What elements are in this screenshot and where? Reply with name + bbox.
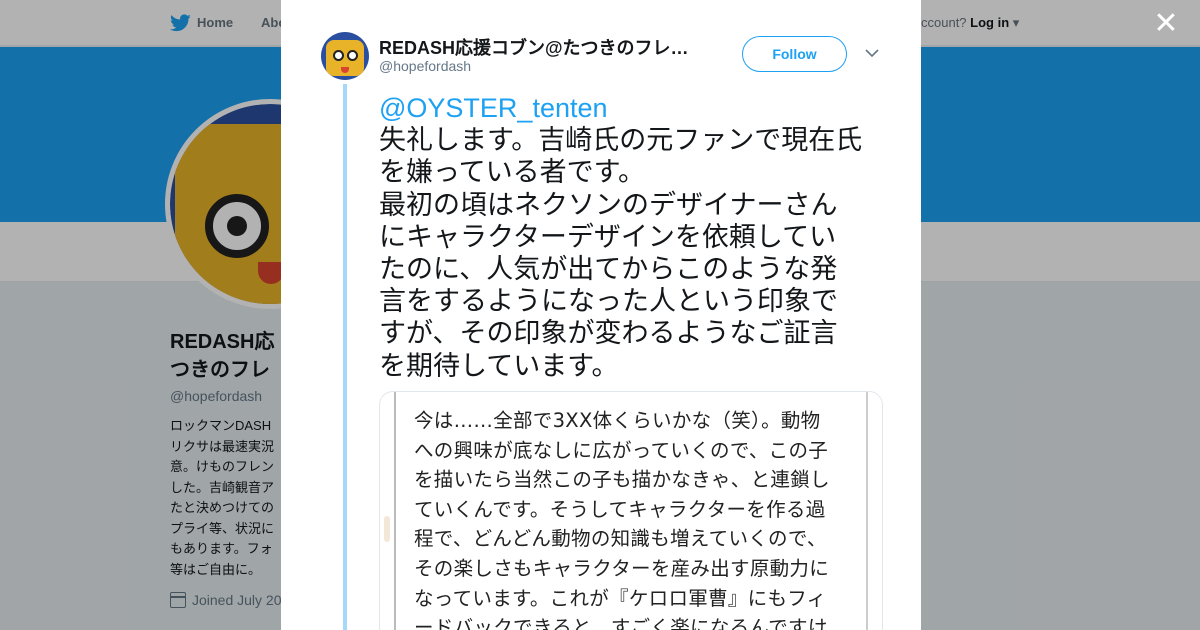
tweet-mention-link[interactable]: @OYSTER_tenten (379, 92, 885, 124)
close-icon[interactable]: ✕ (1152, 9, 1180, 39)
thread-line (343, 84, 347, 630)
scan-page-edge (394, 392, 396, 630)
author-handle[interactable]: @hopefordash (379, 58, 471, 74)
tweet-text: @OYSTER_tenten 失礼します。吉崎氏の元ファンで現在氏 を嫌っている… (379, 92, 885, 382)
author-avatar[interactable] (321, 32, 369, 80)
tweet-media-image[interactable]: 今は……全部で3XX体くらいかな（笑）。動物 への興味が底なしに広がっていくので… (379, 391, 883, 630)
author-name[interactable]: REDASH応援コブン@たつきのフレ… (379, 34, 699, 60)
chevron-down-icon[interactable] (864, 45, 880, 61)
author-avatar-head (326, 40, 364, 76)
author-avatar-eye-left (333, 50, 344, 61)
media-scanned-text: 今は……全部で3XX体くらいかな（笑）。動物 への興味が底なしに広がっていくので… (414, 409, 830, 630)
tweet-modal: REDASH応援コブン@たつきのフレ… @hopefordash Follow … (281, 0, 921, 630)
tweet-body: 失礼します。吉崎氏の元ファンで現在氏 を嫌っている者です。 最初の頃はネクソンの… (379, 125, 863, 381)
author-avatar-eye-right (347, 50, 358, 61)
follow-button[interactable]: Follow (742, 36, 847, 72)
author-avatar-mouth (341, 67, 349, 73)
scan-page-edge-right (866, 392, 868, 630)
scan-speck (384, 516, 390, 542)
